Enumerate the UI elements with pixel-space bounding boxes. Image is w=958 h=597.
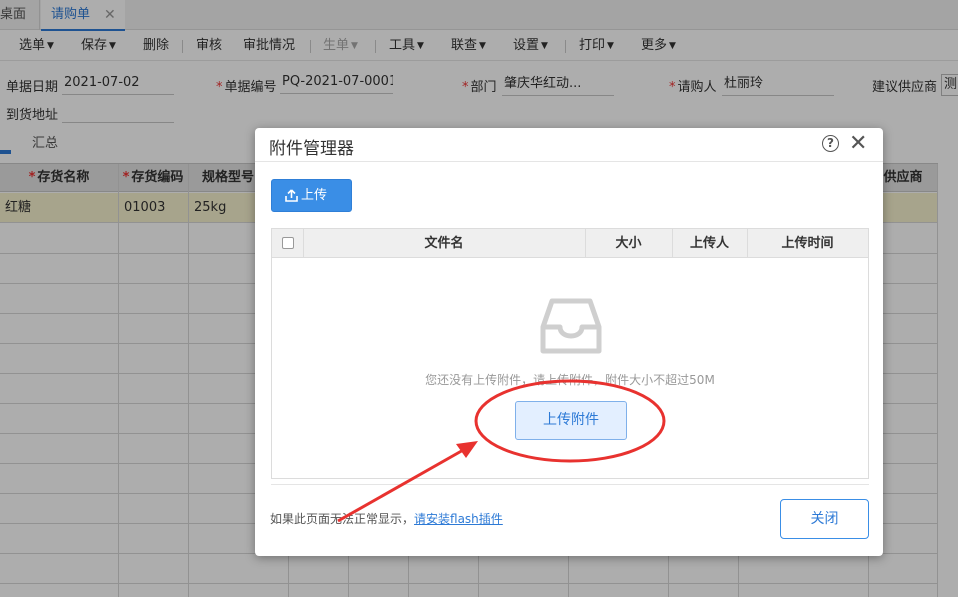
close-button[interactable]: 关闭 (780, 499, 869, 539)
upload-attachment-button[interactable]: 上传附件 (515, 401, 627, 440)
empty-inbox-icon (540, 298, 602, 354)
col-header-upload-time: 上传时间 (781, 236, 834, 251)
dialog-title: 附件管理器 (269, 139, 354, 159)
empty-state-text: 您还没有上传附件，请上传附件，附件大小不超过50M (425, 373, 715, 387)
select-all-checkbox[interactable] (282, 237, 294, 249)
flash-note: 如果此页面无法正常显示，请安装flash插件 (270, 510, 503, 527)
upload-button[interactable]: 上传 (271, 179, 352, 212)
attachment-table-frame: 文件名 大小 上传人 上传时间 您还没有上传附件，请上传附件，附件大小不超过50… (271, 228, 869, 479)
upload-button-label: 上传 (301, 188, 328, 203)
col-header-uploader: 上传人 (689, 236, 729, 251)
install-flash-link[interactable]: 请安装flash插件 (414, 512, 503, 526)
col-header-size: 大小 (615, 236, 642, 251)
dialog-titlebar: 附件管理器 ? ✕ (255, 128, 883, 162)
dialog-footer-divider (271, 484, 869, 485)
attachment-table-header: 文件名 大小 上传人 上传时间 (272, 229, 868, 258)
help-icon[interactable]: ? (822, 135, 839, 152)
attachment-manager-dialog: 附件管理器 ? ✕ 上传 文件名 大小 上传人 上传时间 您还没有上传附件，请上… (255, 128, 883, 556)
close-icon[interactable]: ✕ (849, 131, 867, 157)
upload-icon (285, 189, 298, 202)
flash-note-text: 如果此页面无法正常显示， (270, 512, 415, 526)
col-header-filename: 文件名 (424, 236, 464, 251)
